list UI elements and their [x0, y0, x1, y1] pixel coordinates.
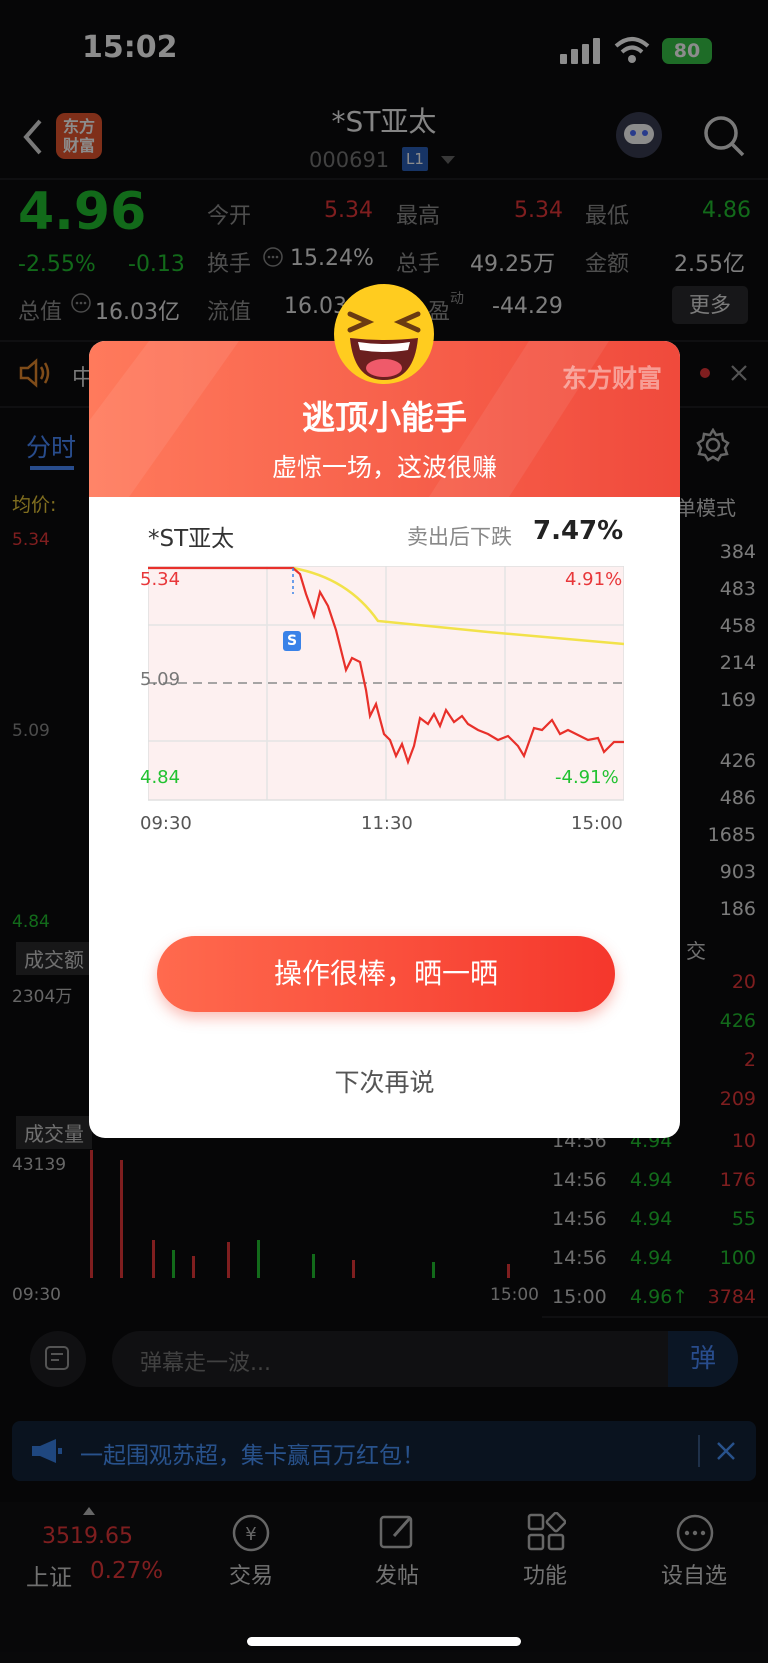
sell-marker: S — [283, 631, 301, 651]
modal-chart-pct-top: 4.91% — [565, 569, 623, 590]
modal-stock-name: *ST亚太 — [148, 526, 235, 552]
app-root: 15:02 80 东方 财富 *ST亚太 000691 L1 4.96 -2.55… — [0, 0, 768, 1663]
modal-title: 逃顶小能手 — [302, 398, 467, 437]
modal-intraday-chart — [148, 566, 624, 801]
drop-label: 卖出后下跌 — [407, 525, 512, 549]
modal-x-end: 15:00 — [571, 813, 623, 834]
modal-x-start: 09:30 — [140, 813, 192, 834]
modal-chart-pct-bottom: -4.91% — [555, 767, 619, 788]
modal-subtitle: 虚惊一场，这波很赚 — [271, 453, 497, 482]
modal-chart-mid: 5.09 — [140, 669, 181, 690]
home-indicator[interactable] — [247, 1637, 521, 1646]
later-button[interactable]: 下次再说 — [89, 1063, 680, 1099]
laughing-emoji-icon — [334, 284, 434, 384]
top-escape-modal: 东方财富 逃顶小能手 虚惊一场，这波很赚 *ST亚太 卖出后下跌 7.47% S… — [89, 341, 680, 1138]
modal-chart-top: 5.34 — [140, 569, 181, 590]
modal-chart-bottom: 4.84 — [140, 767, 181, 788]
modal-brand: 东方财富 — [561, 364, 662, 393]
modal-x-mid: 11:30 — [361, 813, 413, 834]
share-button[interactable]: 操作很棒，晒一晒 — [157, 936, 615, 1012]
drop-value: 7.47% — [533, 516, 624, 546]
